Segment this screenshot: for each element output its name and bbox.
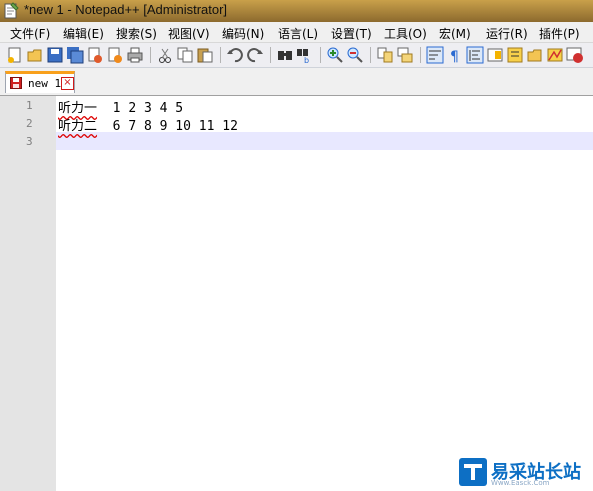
find-icon[interactable]	[276, 46, 294, 64]
text-line[interactable]: 听力一 1 2 3 4 5	[58, 97, 183, 116]
toolbar-separator	[150, 47, 151, 63]
svg-text:¶: ¶	[450, 49, 459, 64]
text-line[interactable]: 听力二 6 7 8 9 10 11 12	[58, 115, 238, 134]
function-list-icon[interactable]	[506, 46, 524, 64]
line-number-gutter: 1 2 3	[0, 96, 56, 491]
monitoring-icon[interactable]	[546, 46, 564, 64]
menu-edit[interactable]: 编辑(E)	[63, 25, 104, 42]
svg-text:b: b	[304, 56, 309, 64]
menu-settings[interactable]: 设置(T)	[331, 25, 372, 42]
watermark-logo-icon	[459, 458, 487, 486]
word-wrap-icon[interactable]	[426, 46, 444, 64]
current-line-highlight	[56, 132, 593, 150]
menu-run[interactable]: 运行(R)	[486, 25, 528, 42]
tab-new-1[interactable]: new 1 ×	[5, 71, 75, 93]
menu-view[interactable]: 视图(V)	[168, 25, 210, 42]
close-all-icon[interactable]	[106, 46, 124, 64]
menu-bar: 文件(F) 编辑(E) 搜索(S) 视图(V) 编码(N) 语言(L) 设置(T…	[0, 22, 593, 43]
save-all-icon[interactable]	[66, 46, 84, 64]
menu-plugins[interactable]: 插件(P)	[539, 25, 580, 42]
misspelled-word: 听力一	[58, 101, 98, 116]
toolbar-separator	[220, 47, 221, 63]
show-all-chars-icon[interactable]: ¶	[446, 46, 464, 64]
unsaved-file-icon	[10, 77, 22, 89]
toolbar-separator	[320, 47, 321, 63]
macro-record-icon[interactable]	[566, 46, 584, 64]
editor-area[interactable]: 1 2 3 听力一 1 2 3 4 5 听力二 6 7 8 9 10 11 12	[0, 95, 593, 491]
tab-label: new 1	[28, 77, 62, 90]
menu-macro[interactable]: 宏(M)	[439, 25, 471, 42]
redo-icon[interactable]	[246, 46, 264, 64]
copy-icon[interactable]	[176, 46, 194, 64]
toolbar-separator	[270, 47, 271, 63]
menu-file[interactable]: 文件(F)	[10, 25, 50, 42]
line-text: 1 2 3 4 5	[97, 101, 184, 116]
replace-icon[interactable]: b	[296, 46, 314, 64]
doc-map-icon[interactable]	[486, 46, 504, 64]
save-icon[interactable]	[46, 46, 64, 64]
line-number: 3	[26, 135, 33, 148]
menu-encoding[interactable]: 编码(N)	[222, 25, 264, 42]
site-watermark: 易采站长站 Www.Easck.Com	[459, 456, 593, 490]
line-number: 2	[26, 117, 33, 130]
toolbar-separator	[420, 47, 421, 63]
watermark-subtext: Www.Easck.Com	[491, 479, 550, 487]
folder-workspace-icon[interactable]	[526, 46, 544, 64]
new-file-icon[interactable]	[6, 46, 24, 64]
open-file-icon[interactable]	[26, 46, 44, 64]
zoom-in-icon[interactable]	[326, 46, 344, 64]
menu-search[interactable]: 搜索(S)	[116, 25, 157, 42]
sync-vertical-icon[interactable]	[376, 46, 394, 64]
toolbar: b ¶	[0, 43, 593, 68]
print-icon[interactable]	[126, 46, 144, 64]
line-text: 6 7 8 9 10 11 12	[97, 119, 238, 134]
paste-icon[interactable]	[196, 46, 214, 64]
title-bar: *new 1 - Notepad++ [Administrator]	[0, 0, 593, 22]
cut-icon[interactable]	[156, 46, 174, 64]
misspelled-word: 听力二	[58, 119, 98, 134]
close-icon[interactable]	[86, 46, 104, 64]
line-number: 1	[26, 99, 33, 112]
indent-guide-icon[interactable]	[466, 46, 484, 64]
undo-icon[interactable]	[226, 46, 244, 64]
sync-horizontal-icon[interactable]	[396, 46, 414, 64]
tab-strip: new 1 ×	[0, 68, 593, 95]
toolbar-separator	[370, 47, 371, 63]
notepad-app-icon	[4, 2, 19, 19]
tab-close-icon[interactable]: ×	[61, 77, 74, 90]
zoom-out-icon[interactable]	[346, 46, 364, 64]
menu-language[interactable]: 语言(L)	[278, 25, 318, 42]
window-title: *new 1 - Notepad++ [Administrator]	[24, 2, 228, 17]
menu-tools[interactable]: 工具(O)	[384, 25, 427, 42]
